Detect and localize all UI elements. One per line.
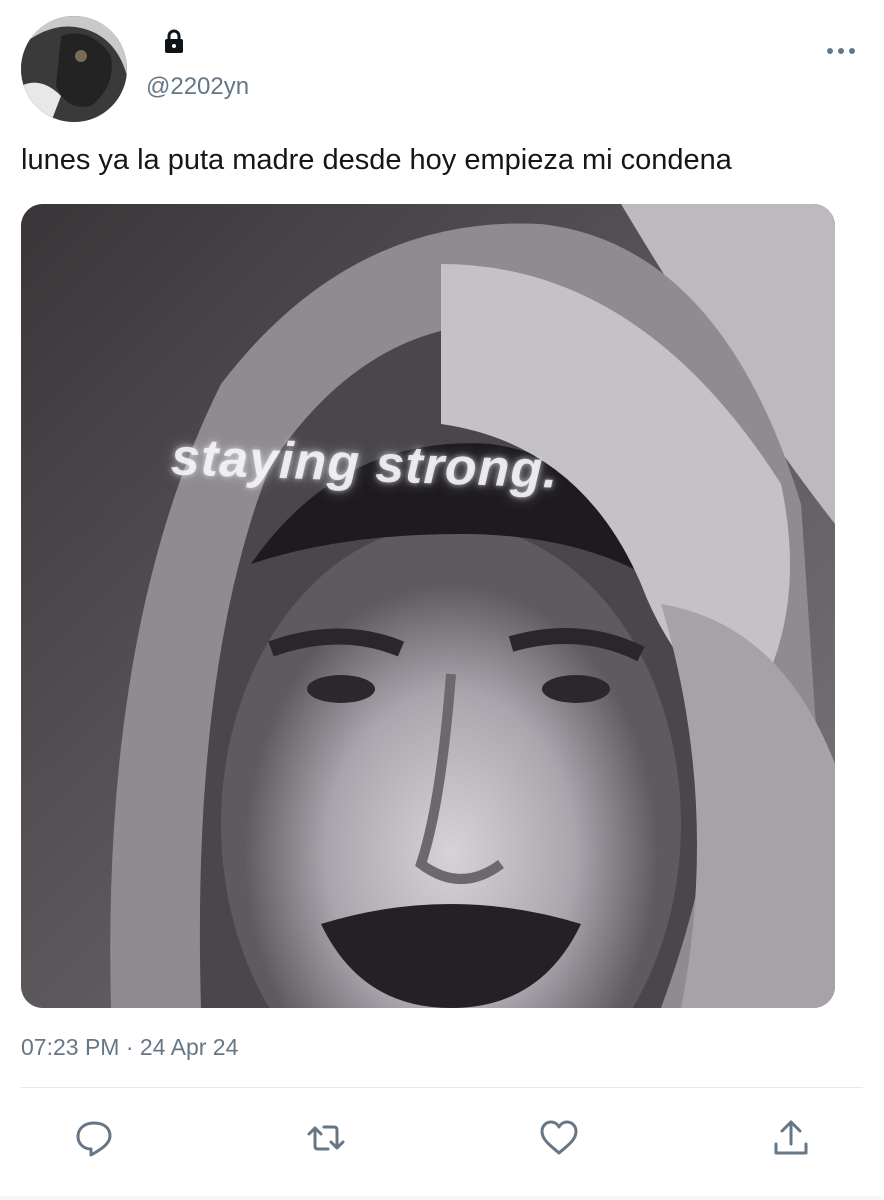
like-icon xyxy=(540,1120,578,1155)
media-image xyxy=(21,204,835,1008)
avatar[interactable] xyxy=(21,16,127,122)
retweet-button[interactable] xyxy=(304,1116,348,1160)
user-handle[interactable]: @2202yn xyxy=(146,73,249,101)
bottom-border xyxy=(0,1196,884,1200)
divider xyxy=(21,1087,863,1088)
tweet-text: lunes ya la puta madre desde hoy empieza… xyxy=(21,144,732,176)
tweet-media[interactable]: staying strong. xyxy=(21,204,835,1008)
retweet-icon xyxy=(307,1125,345,1151)
reply-icon xyxy=(76,1121,112,1157)
lock-icon xyxy=(165,29,183,53)
avatar-image xyxy=(21,16,127,122)
tweet-date: 24 Apr 24 xyxy=(139,1034,239,1060)
like-button[interactable] xyxy=(537,1116,581,1160)
tweet-timestamp[interactable]: 07:23 PM · 24 Apr 24 xyxy=(21,1034,238,1061)
reply-button[interactable] xyxy=(72,1116,116,1160)
more-horizontal-icon[interactable] xyxy=(826,44,856,58)
share-button[interactable] xyxy=(769,1116,813,1160)
share-icon xyxy=(774,1120,808,1155)
tweet-time: 07:23 PM xyxy=(21,1034,120,1060)
meta-separator: · xyxy=(125,1034,134,1060)
